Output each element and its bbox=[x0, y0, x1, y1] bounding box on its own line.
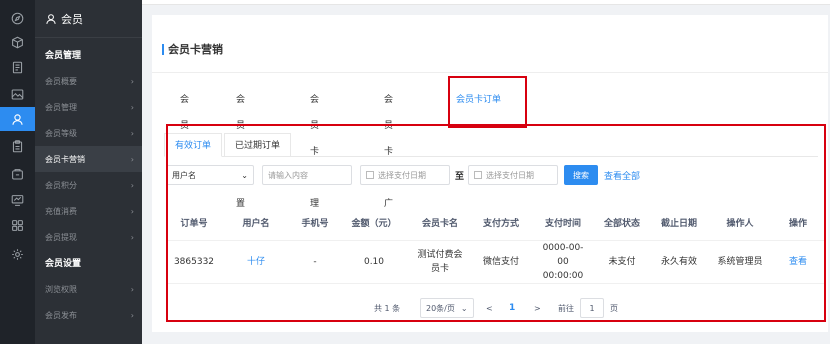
menu-group-title: 会员管理 bbox=[45, 51, 82, 61]
menu-item-label: 会员积分 bbox=[45, 180, 77, 190]
tab-card-manage[interactable]: 会员卡管理 bbox=[310, 87, 319, 209]
menu-item-overview[interactable]: 会员概要 › bbox=[35, 68, 142, 94]
chevron-right-icon: › bbox=[130, 206, 134, 216]
side-menu: 会员 会员管理 会员概要 › 会员管理 › 会员等级 › 会员卡营销 › 会员积分 › 充… bbox=[35, 0, 142, 344]
chevron-right-icon: › bbox=[130, 76, 134, 86]
menu-item-withdraw[interactable]: 会员提现 › bbox=[35, 224, 142, 250]
chevron-right-icon: › bbox=[130, 154, 134, 164]
chevron-right-icon: › bbox=[130, 310, 134, 320]
document-icon[interactable] bbox=[0, 55, 35, 79]
menu-item-label: 会员发布 bbox=[45, 310, 77, 320]
app: 会员 会员管理 会员概要 › 会员管理 › 会员等级 › 会员卡营销 › 会员积分 › 充… bbox=[0, 0, 830, 344]
menu-item-label: 浏览权限 bbox=[45, 284, 77, 294]
highlight-box-content bbox=[166, 124, 826, 322]
menu-item-points[interactable]: 会员积分 › bbox=[35, 172, 142, 198]
menu-item-label: 会员管理 bbox=[45, 102, 77, 112]
grid-icon[interactable] bbox=[0, 213, 35, 237]
user-icon[interactable] bbox=[0, 107, 35, 131]
top-bar bbox=[142, 0, 830, 5]
chevron-right-icon: › bbox=[130, 128, 134, 138]
member-icon bbox=[46, 13, 56, 24]
gear-icon[interactable] bbox=[0, 242, 35, 266]
menu-group-title: 会员设置 bbox=[45, 259, 82, 269]
chevron-right-icon: › bbox=[130, 232, 134, 242]
menu-header: 会员 bbox=[35, 0, 142, 38]
divider bbox=[152, 72, 828, 73]
menu-item-publish[interactable]: 会员发布 › bbox=[35, 302, 142, 328]
highlight-box-tab bbox=[448, 76, 527, 128]
menu-item-label: 会员提现 bbox=[45, 232, 77, 242]
page-title: 会员卡营销 bbox=[162, 41, 223, 57]
chevron-right-icon: › bbox=[130, 102, 134, 112]
menu-item-label: 会员卡营销 bbox=[45, 154, 85, 164]
menu-item-label: 充值消费 bbox=[45, 206, 77, 216]
menu-item-label: 会员概要 bbox=[45, 76, 77, 86]
chevron-right-icon: › bbox=[130, 284, 134, 294]
tab-card-settings[interactable]: 会员卡设置 bbox=[236, 87, 245, 209]
tab-card-promote[interactable]: 会员卡推广 bbox=[384, 87, 393, 209]
cube-icon[interactable] bbox=[0, 30, 35, 54]
menu-item-label: 会员等级 bbox=[45, 128, 77, 138]
monitor-icon[interactable] bbox=[0, 188, 35, 212]
icon-rail bbox=[0, 0, 35, 344]
compass-icon[interactable] bbox=[0, 6, 35, 30]
title-accent-bar bbox=[162, 43, 164, 55]
image-icon[interactable] bbox=[0, 82, 35, 106]
menu-item-recharge[interactable]: 充值消费 › bbox=[35, 198, 142, 224]
clipboard-icon[interactable] bbox=[0, 134, 35, 158]
tab-card[interactable]: 会员卡 bbox=[180, 87, 189, 157]
menu-item-member-manage[interactable]: 会员管理 › bbox=[35, 94, 142, 120]
menu-header-label: 会员 bbox=[61, 12, 83, 26]
page-title-text: 会员卡营销 bbox=[168, 43, 223, 56]
menu-item-browse-permission[interactable]: 浏览权限 › bbox=[35, 276, 142, 302]
chevron-right-icon: › bbox=[130, 180, 134, 190]
wallet-icon[interactable] bbox=[0, 162, 35, 186]
menu-item-level[interactable]: 会员等级 › bbox=[35, 120, 142, 146]
menu-item-card-marketing[interactable]: 会员卡营销 › bbox=[35, 146, 142, 172]
